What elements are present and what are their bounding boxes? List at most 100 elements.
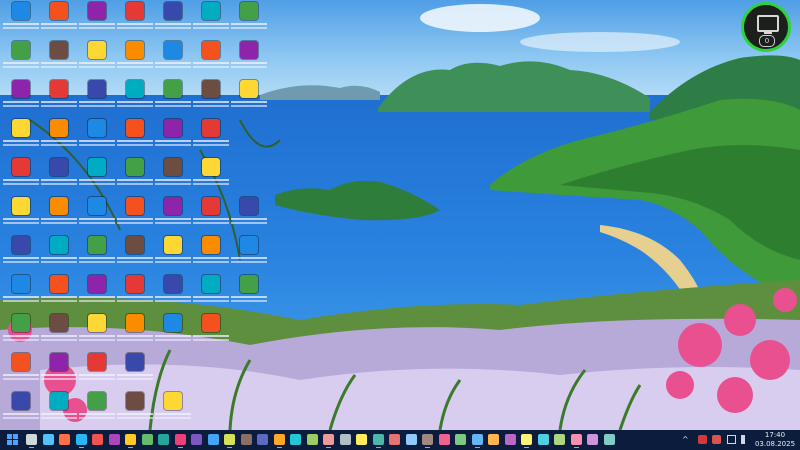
- desktop-shortcut[interactable]: [154, 117, 192, 155]
- desktop-shortcut[interactable]: [116, 0, 154, 38]
- taskbar-app-icon[interactable]: [603, 434, 615, 445]
- desktop-shortcut[interactable]: [192, 117, 230, 155]
- taskbar-app-icon[interactable]: [488, 434, 499, 445]
- taskbar-app-icon[interactable]: [257, 434, 268, 445]
- desktop-shortcut[interactable]: [2, 312, 40, 350]
- start-button[interactable]: [7, 434, 19, 446]
- desktop-shortcut[interactable]: [192, 156, 230, 194]
- taskbar-app-icon[interactable]: [455, 434, 466, 445]
- desktop-shortcut[interactable]: [78, 0, 116, 38]
- desktop-shortcut[interactable]: [154, 0, 192, 38]
- desktop-shortcut[interactable]: [40, 39, 78, 77]
- taskbar-app-icon[interactable]: [405, 434, 417, 445]
- taskbar-app-icon[interactable]: [158, 434, 169, 445]
- desktop-shortcut[interactable]: [116, 195, 154, 233]
- desktop-shortcut[interactable]: [2, 351, 40, 389]
- app-tray-icon[interactable]: [712, 435, 721, 444]
- desktop-shortcut[interactable]: [192, 195, 230, 233]
- desktop-shortcut[interactable]: [40, 390, 78, 428]
- desktop-shortcut[interactable]: [154, 273, 192, 311]
- taskbar-app-icon[interactable]: [306, 434, 318, 445]
- desktop-shortcut[interactable]: [2, 39, 40, 77]
- taskbar-app-icon[interactable]: [471, 434, 483, 448]
- taskbar-app-icon[interactable]: [191, 434, 202, 445]
- desktop-shortcut[interactable]: [116, 156, 154, 194]
- taskbar-app-icon[interactable]: [224, 434, 235, 448]
- desktop-shortcut[interactable]: [116, 234, 154, 272]
- desktop-shortcut[interactable]: [154, 78, 192, 116]
- desktop-shortcut[interactable]: [154, 234, 192, 272]
- taskbar-app-icon[interactable]: [125, 434, 136, 448]
- desktop-shortcut[interactable]: [192, 234, 230, 272]
- taskbar-app-icon[interactable]: [422, 434, 433, 448]
- desktop-shortcut[interactable]: [230, 39, 268, 77]
- taskbar-app-icon[interactable]: [537, 434, 549, 445]
- desktop-shortcut[interactable]: [78, 312, 116, 350]
- desktop-shortcut[interactable]: [230, 0, 268, 38]
- desktop-shortcut[interactable]: [2, 273, 40, 311]
- desktop-shortcut[interactable]: [230, 195, 268, 233]
- desktop-shortcut[interactable]: [192, 273, 230, 311]
- chevron-up-icon[interactable]: ^: [682, 435, 691, 444]
- taskbar-app-icon[interactable]: [570, 434, 582, 448]
- desktop-shortcut[interactable]: [154, 312, 192, 350]
- taskbar-app-icon[interactable]: [290, 434, 301, 445]
- desktop-shortcut[interactable]: [230, 78, 268, 116]
- desktop-shortcut[interactable]: [78, 39, 116, 77]
- desktop-shortcut[interactable]: [116, 78, 154, 116]
- desktop-shortcut[interactable]: [116, 312, 154, 350]
- taskbar-app-icon[interactable]: [438, 434, 450, 445]
- desktop-shortcut[interactable]: [40, 117, 78, 155]
- taskbar-app-icon[interactable]: [273, 434, 285, 448]
- desktop-shortcut[interactable]: [116, 39, 154, 77]
- taskbar-app-icon[interactable]: [75, 434, 87, 448]
- taskbar-app-icon[interactable]: [141, 434, 153, 445]
- app-tray-icon[interactable]: [698, 435, 707, 444]
- desktop-shortcut[interactable]: [154, 195, 192, 233]
- desktop-shortcut[interactable]: [154, 156, 192, 194]
- taskbar-app-icon[interactable]: [323, 434, 334, 448]
- desktop-shortcut[interactable]: [154, 39, 192, 77]
- desktop-shortcut[interactable]: [40, 312, 78, 350]
- desktop-shortcut[interactable]: [78, 390, 116, 428]
- taskbar-app-icon[interactable]: [554, 434, 565, 445]
- desktop-shortcut[interactable]: [78, 234, 116, 272]
- taskbar-app-icon[interactable]: [356, 434, 367, 445]
- desktop-shortcut[interactable]: [78, 156, 116, 194]
- taskbar-app-icon[interactable]: [174, 434, 186, 448]
- desktop-shortcut[interactable]: [78, 351, 116, 389]
- taskbar-app-icon[interactable]: [339, 434, 351, 445]
- taskbar-app-icon[interactable]: [240, 434, 252, 445]
- taskbar-app-icon[interactable]: [108, 434, 120, 445]
- desktop-shortcut[interactable]: [192, 78, 230, 116]
- desktop-shortcut[interactable]: [116, 390, 154, 428]
- desktop-shortcut[interactable]: [192, 312, 230, 350]
- taskbar-clock[interactable]: 17:40 03.08.2025: [753, 431, 797, 449]
- desktop-shortcut[interactable]: [2, 234, 40, 272]
- taskbar-app-icon[interactable]: [521, 434, 532, 448]
- desktop-shortcut[interactable]: [40, 351, 78, 389]
- desktop-shortcut[interactable]: [154, 390, 192, 428]
- desktop-shortcut[interactable]: [78, 117, 116, 155]
- desktop-shortcut[interactable]: [2, 117, 40, 155]
- desktop-shortcut[interactable]: [2, 156, 40, 194]
- taskbar-app-icon[interactable]: [92, 434, 103, 445]
- desktop-shortcut[interactable]: [116, 351, 154, 389]
- desktop-shortcut[interactable]: [116, 117, 154, 155]
- taskbar-app-icon[interactable]: [42, 434, 54, 445]
- desktop-shortcut[interactable]: [192, 39, 230, 77]
- taskbar-app-icon[interactable]: [389, 434, 400, 445]
- volume-icon[interactable]: [741, 435, 750, 444]
- desktop-shortcut[interactable]: [78, 273, 116, 311]
- desktop-shortcut[interactable]: [40, 0, 78, 38]
- network-monitor-widget[interactable]: 0: [741, 2, 791, 52]
- taskbar-app-icon[interactable]: [26, 434, 37, 448]
- desktop[interactable]: 0: [0, 0, 800, 430]
- desktop-shortcut[interactable]: [40, 273, 78, 311]
- desktop-shortcut[interactable]: [40, 234, 78, 272]
- desktop-shortcut[interactable]: [2, 195, 40, 233]
- taskbar-app-icon[interactable]: [504, 434, 516, 445]
- taskbar-app-icon[interactable]: [372, 434, 384, 448]
- desktop-shortcut[interactable]: [192, 0, 230, 38]
- taskbar-app-icon[interactable]: [59, 434, 70, 445]
